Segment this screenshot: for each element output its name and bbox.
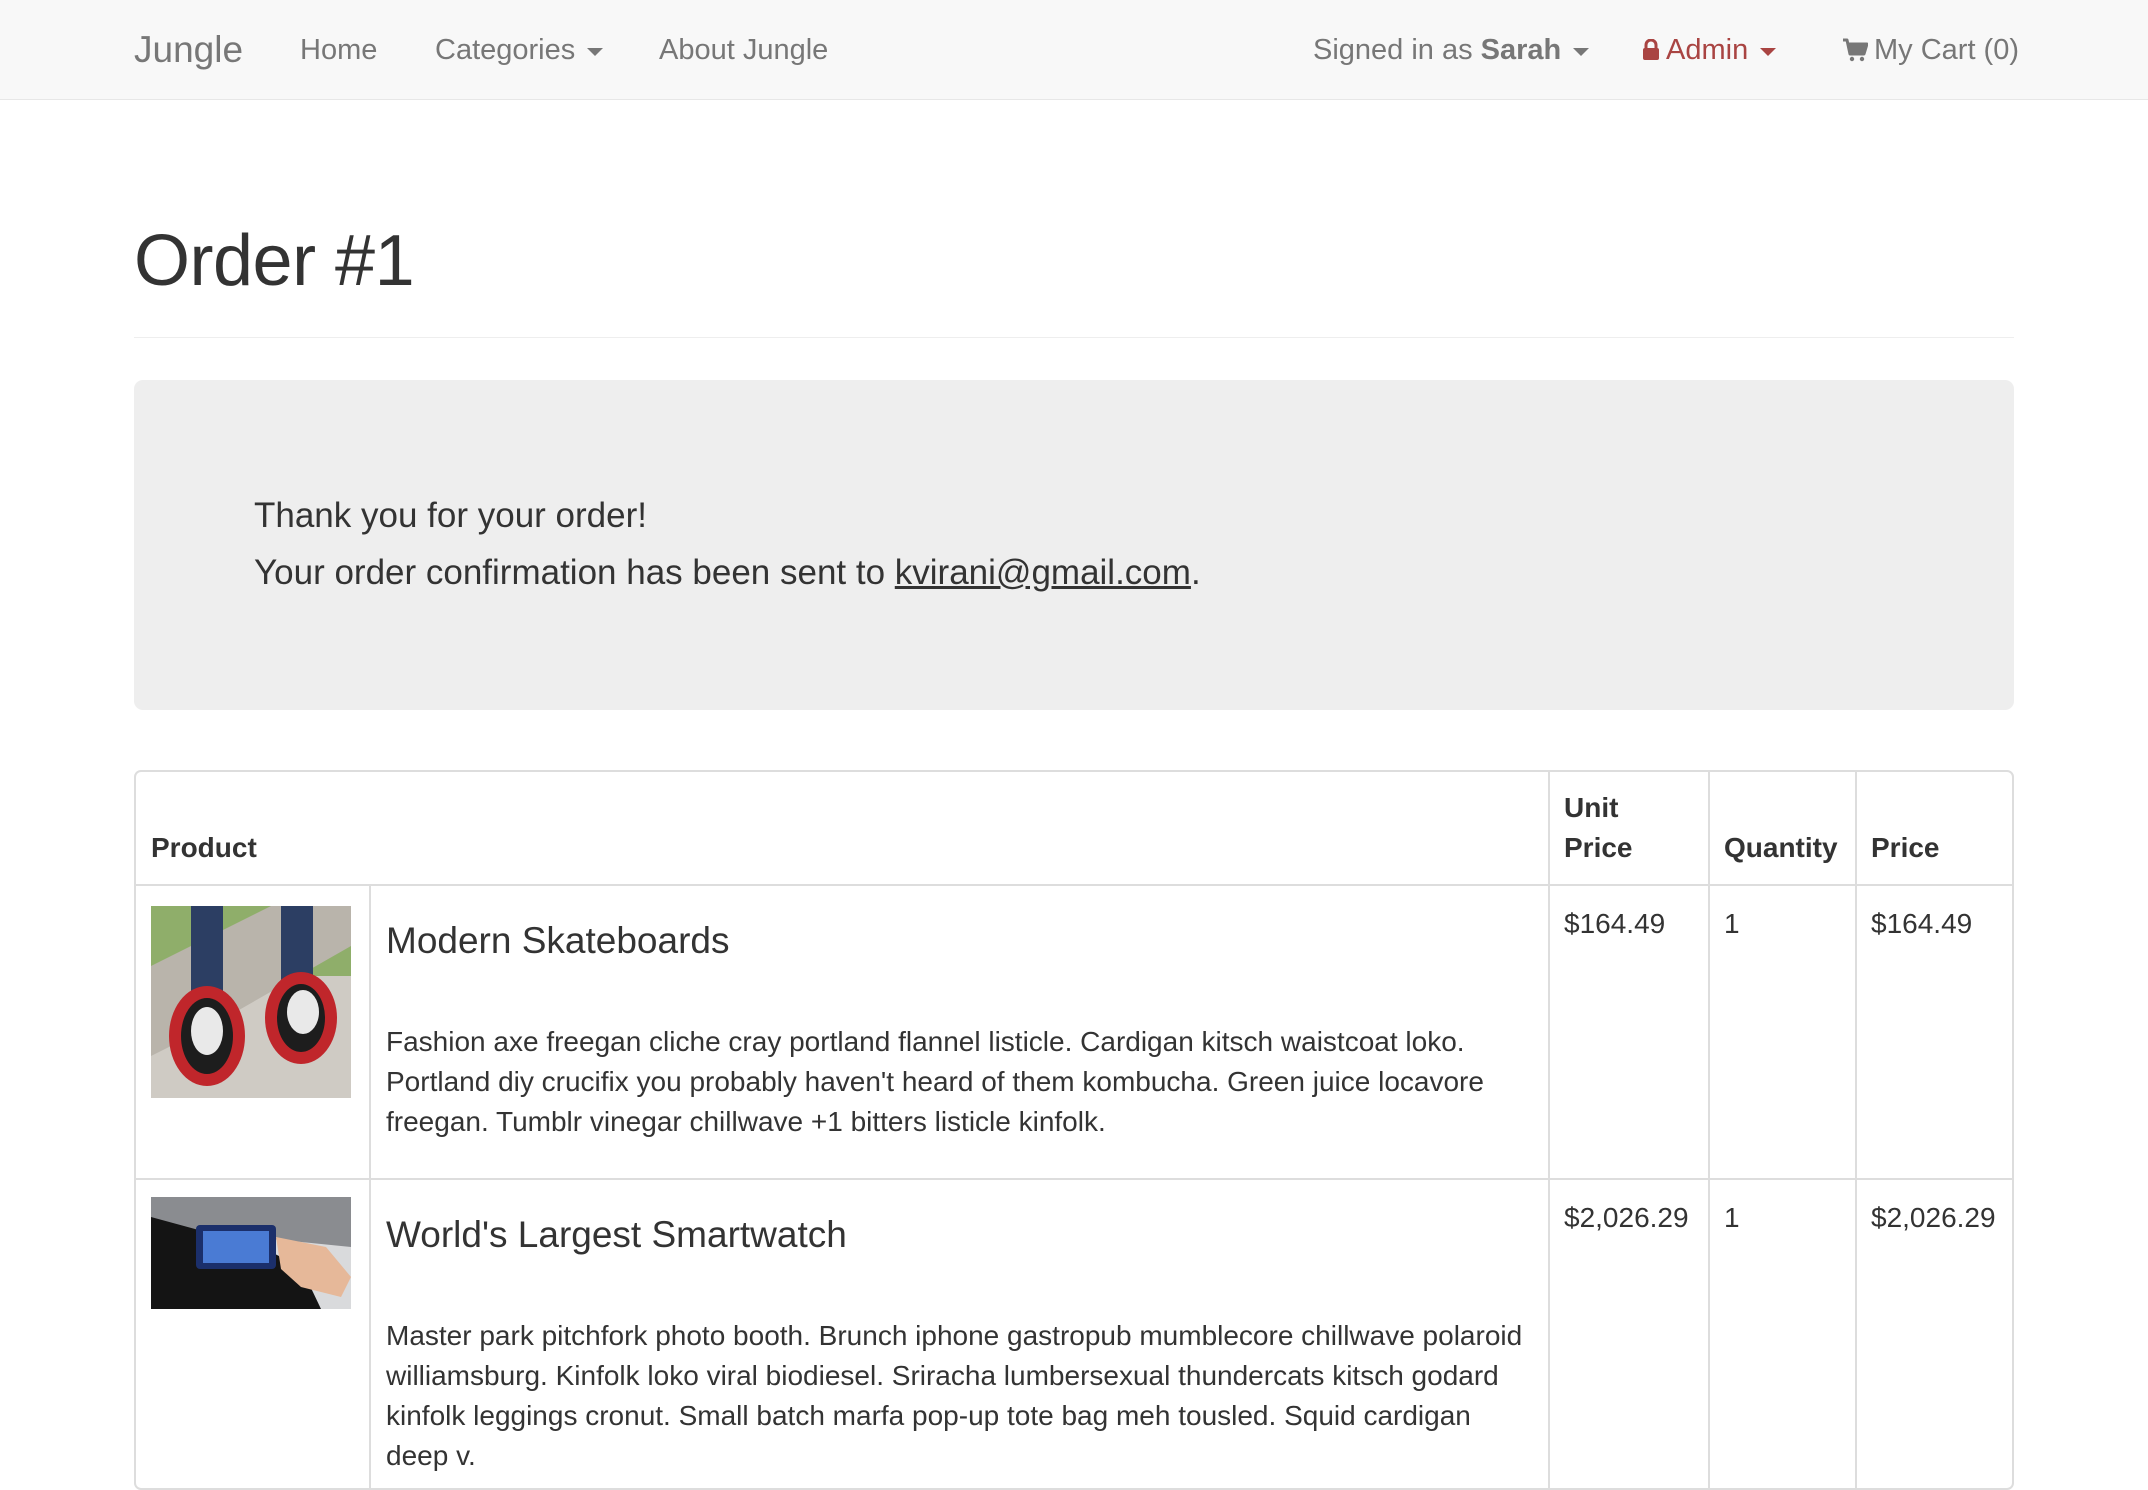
column-header-product: Product [151, 832, 257, 863]
nav-categories-label: Categories [435, 34, 576, 66]
product-image-skateboards [151, 906, 351, 1098]
quantity-cell: 1 [1724, 908, 1740, 939]
row-divider [136, 1178, 2012, 1180]
price-cell: $2,026.29 [1871, 1202, 1996, 1233]
column-header-price: Price [1871, 832, 1940, 863]
column-divider [1855, 772, 1857, 1488]
column-header-unit-price-line2: Price [1564, 832, 1633, 863]
product-description: Fashion axe freegan cliche cray portland… [386, 1026, 1484, 1137]
user-menu-dropdown[interactable]: Signed in as Sarah [1313, 0, 1590, 100]
price-cell: $164.49 [1871, 908, 1973, 939]
confirmation-sent-suffix: . [1190, 553, 1201, 592]
lock-icon [1642, 38, 1660, 61]
header-divider [134, 337, 2014, 338]
skate-wheels-photo [151, 906, 351, 1098]
page-title: Order #1 [134, 221, 415, 301]
order-items-table: Product Unit Price Quantity Price Modern… [134, 770, 2014, 1490]
navbar: Jungle Home Categories About Jungle Sign… [0, 0, 2148, 100]
column-header-unit-price: Unit Price [1564, 788, 1633, 868]
unit-price-cell: $2,026.29 [1564, 1202, 1689, 1233]
nav-categories-dropdown[interactable]: Categories [435, 0, 604, 100]
nav-home-link[interactable]: Home [300, 0, 377, 100]
chevron-down-icon [1760, 47, 1777, 56]
brand-link[interactable]: Jungle [134, 0, 243, 100]
header-row-divider [136, 884, 2012, 886]
thank-you-message: Thank you for your order! [254, 496, 647, 535]
admin-label: Admin [1666, 34, 1749, 66]
quantity-cell: 1 [1724, 1202, 1740, 1233]
order-confirmation-panel: Thank you for your order! Your order con… [134, 380, 2014, 710]
shopping-cart-icon [1842, 38, 1869, 62]
signed-in-label: Signed in as [1313, 34, 1473, 66]
smartwatch-photo [151, 1197, 351, 1309]
admin-menu-dropdown[interactable]: Admin [1642, 0, 1777, 100]
confirmation-email-link[interactable]: kvirani@gmail.com [895, 553, 1191, 592]
column-divider [1708, 772, 1710, 1488]
product-description: Master park pitchfork photo booth. Brunc… [386, 1320, 1523, 1471]
cart-label: My Cart (0) [1874, 34, 2019, 66]
nav-about-link[interactable]: About Jungle [659, 0, 828, 100]
product-name: World's Largest Smartwatch [386, 1214, 847, 1255]
confirmation-sent-message: Your order confirmation has been sent to… [254, 551, 1201, 595]
chevron-down-icon [587, 47, 604, 56]
column-divider [369, 884, 371, 1488]
user-name: Sarah [1480, 34, 1562, 66]
column-header-quantity: Quantity [1724, 832, 1838, 863]
unit-price-cell: $164.49 [1564, 908, 1666, 939]
chevron-down-icon [1573, 47, 1590, 56]
product-image-smartwatch [151, 1197, 351, 1309]
column-divider [1548, 772, 1550, 1488]
column-header-unit-price-line1: Unit [1564, 792, 1619, 823]
product-name: Modern Skateboards [386, 920, 730, 961]
confirmation-sent-prefix: Your order confirmation has been sent to [254, 553, 895, 592]
cart-link[interactable]: My Cart (0) [1842, 0, 2019, 100]
